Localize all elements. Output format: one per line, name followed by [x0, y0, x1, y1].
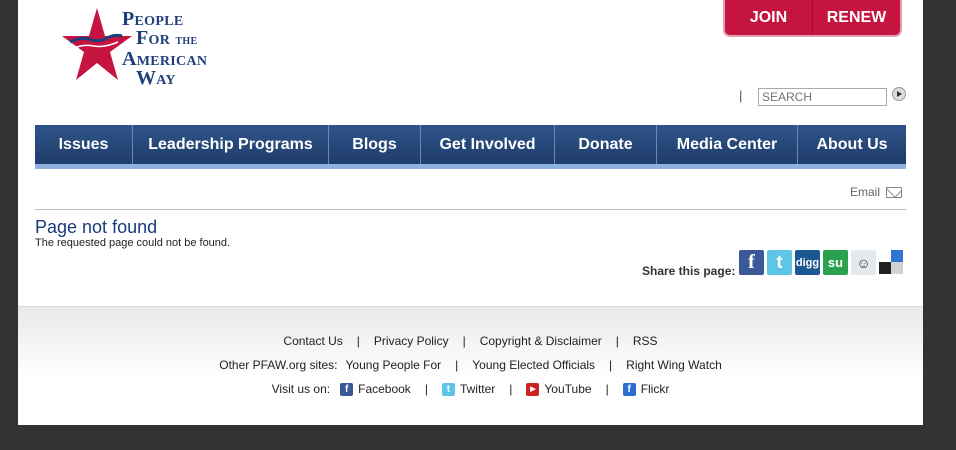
- footer-link-rss[interactable]: RSS: [633, 334, 658, 348]
- facebook-icon: f: [340, 383, 354, 397]
- footer-separator: |: [615, 334, 619, 348]
- nav-item-issues[interactable]: Issues: [35, 125, 133, 165]
- membership-buttons: JOIN RENEW: [723, 0, 902, 37]
- nav-item-about-us[interactable]: About Us: [798, 125, 906, 165]
- footer-other-sites-row: Other PFAW.org sites: Young People For |…: [18, 358, 923, 372]
- footer-link-young-elected-officials[interactable]: Young Elected Officials: [472, 358, 595, 372]
- pfaw-logo[interactable]: People For the American Way: [62, 6, 252, 92]
- main-navigation: Issues Leadership Programs Blogs Get Inv…: [35, 125, 906, 165]
- footer-separator: |: [609, 358, 613, 372]
- twitter-share-icon[interactable]: t: [767, 250, 792, 275]
- nav-underline: [35, 164, 906, 169]
- nav-item-blogs[interactable]: Blogs: [329, 125, 421, 165]
- nav-item-donate[interactable]: Donate: [555, 125, 657, 165]
- footer-separator: |: [509, 382, 513, 397]
- footer-separator: |: [462, 334, 466, 348]
- footer-link-right-wing-watch[interactable]: Right Wing Watch: [626, 358, 722, 372]
- envelope-icon: [886, 186, 903, 198]
- footer-separator: |: [356, 334, 360, 348]
- footer-link-facebook[interactable]: f Facebook: [340, 382, 411, 397]
- footer-link-flickr[interactable]: f Flickr: [622, 382, 670, 397]
- page-title: Page not found: [35, 217, 158, 237]
- flickr-icon: f: [622, 383, 636, 397]
- logo-line-2: For: [136, 27, 171, 49]
- footer-separator: |: [455, 358, 459, 372]
- nav-item-media-center[interactable]: Media Center: [657, 125, 798, 165]
- facebook-label: Facebook: [358, 382, 411, 396]
- delicious-share-icon[interactable]: [879, 250, 904, 275]
- email-page-link[interactable]: Email: [850, 185, 903, 199]
- footer-link-young-people-for[interactable]: Young People For: [346, 358, 442, 372]
- join-button[interactable]: JOIN: [725, 0, 812, 35]
- content-divider: [35, 209, 906, 210]
- other-sites-label: Other PFAW.org sites:: [219, 358, 338, 372]
- search-input[interactable]: [758, 88, 887, 106]
- logo-line-2b: the: [175, 33, 198, 48]
- page-message: The requested page could not be found.: [35, 237, 231, 249]
- footer-separator: |: [605, 382, 609, 397]
- digg-share-icon[interactable]: digg: [795, 250, 820, 275]
- youtube-icon: ▶: [526, 383, 540, 397]
- visit-us-label: Visit us on:: [271, 382, 331, 397]
- nav-item-get-involved[interactable]: Get Involved: [421, 125, 555, 165]
- footer-separator: |: [424, 382, 428, 397]
- email-label: Email: [850, 185, 881, 199]
- youtube-label: YouTube: [544, 382, 592, 396]
- footer-social-row: Visit us on: f Facebook | t Twitter | ▶ You…: [18, 382, 923, 397]
- facebook-share-icon[interactable]: f: [739, 250, 764, 275]
- footer-links-row: Contact Us | Privacy Policy | Copyright …: [18, 334, 923, 348]
- page-container: People For the American Way JOIN RENEW |…: [18, 0, 923, 425]
- share-label: Share this page:: [642, 264, 736, 278]
- stumbleupon-share-icon[interactable]: su: [823, 250, 848, 275]
- flickr-label: Flickr: [640, 382, 670, 396]
- footer-link-contact-us[interactable]: Contact Us: [283, 334, 342, 348]
- nav-item-leadership-programs[interactable]: Leadership Programs: [133, 125, 329, 165]
- search-separator: |: [739, 88, 743, 103]
- twitter-icon: t: [441, 383, 455, 397]
- reddit-share-icon[interactable]: ☺: [851, 250, 876, 275]
- footer-link-youtube[interactable]: ▶ YouTube: [526, 382, 592, 397]
- footer-link-copyright[interactable]: Copyright & Disclaimer: [480, 334, 602, 348]
- page-footer: Contact Us | Privacy Policy | Copyright …: [18, 306, 923, 425]
- search-submit-icon[interactable]: [892, 87, 906, 101]
- footer-link-privacy-policy[interactable]: Privacy Policy: [374, 334, 449, 348]
- renew-button[interactable]: RENEW: [812, 0, 900, 35]
- logo-line-4: Way: [136, 67, 176, 89]
- share-icons: f t digg su ☺: [739, 250, 904, 275]
- footer-link-twitter[interactable]: t Twitter: [441, 382, 496, 397]
- logo-wordmark: People For the American Way: [122, 9, 207, 89]
- twitter-label: Twitter: [459, 382, 496, 396]
